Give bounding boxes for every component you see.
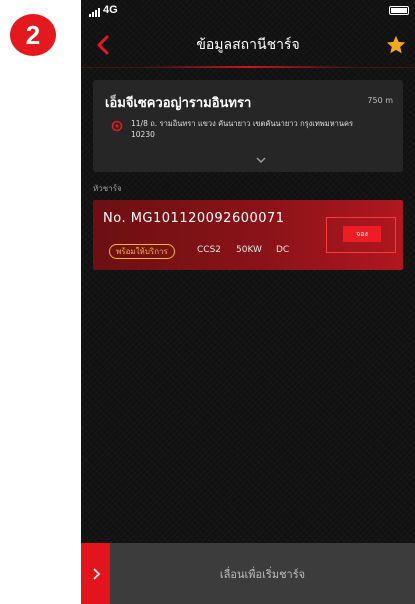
station-address: 11/8 ถ. รามอินทรา แขวง คันนายาว เขตคันนา… — [131, 119, 354, 139]
connector-type: CCS2 — [197, 245, 222, 255]
chevron-down-icon[interactable] — [255, 156, 267, 164]
status-badge: พร้อมให้บริการ — [109, 244, 175, 259]
station-distance: 750 m — [367, 96, 393, 105]
network-type: 4G — [103, 4, 118, 16]
connector-id: No. MG101120092600071 — [103, 211, 285, 226]
connector-current: DC — [276, 245, 290, 255]
connector-card[interactable]: No. MG101120092600071 พร้อมให้บริการ CCS… — [93, 200, 403, 270]
book-button[interactable]: จอง — [343, 226, 381, 242]
phone-screen: 4G ข้อมูลสถานีชาร์จ เอ็มจีเซควอญ่ารามอิน… — [81, 0, 415, 604]
chevron-left-icon[interactable] — [93, 34, 115, 56]
status-bar: 4G — [81, 0, 415, 22]
signal-strength-icon — [89, 8, 100, 17]
connectors-section-label: หัวชาร์จ — [93, 184, 122, 193]
slide-label: เลื่อนเพื่อเริ่มชาร์จ — [219, 568, 306, 581]
chevron-right-icon — [92, 567, 100, 580]
battery-icon — [389, 6, 409, 15]
slide-handle[interactable] — [81, 543, 110, 604]
station-name: เอ็มจีเซควอญ่ารามอินทรา — [105, 96, 252, 111]
star-icon[interactable] — [385, 34, 407, 56]
slide-to-charge-bar[interactable]: เลื่อนเพื่อเริ่มชาร์จ — [81, 543, 415, 604]
location-pin-icon — [111, 120, 123, 132]
navigation-bar: ข้อมูลสถานีชาร์จ — [81, 22, 415, 68]
connector-power: 50KW — [236, 245, 262, 255]
page-title: ข้อมูลสถานีชาร์จ — [196, 37, 300, 53]
step-number-badge: 2 — [10, 14, 56, 56]
station-info-card: เอ็มจีเซควอญ่ารามอินทรา 750 m 11/8 ถ. รา… — [93, 80, 403, 172]
